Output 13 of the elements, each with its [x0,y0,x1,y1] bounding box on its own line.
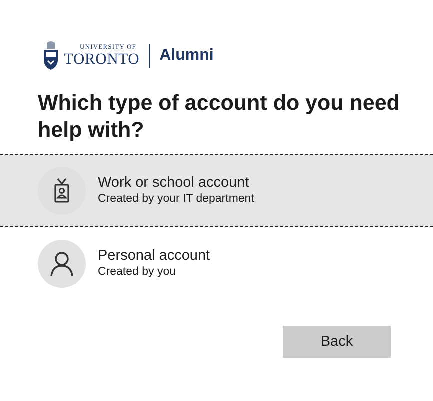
account-option[interactable]: Personal account Created by you [0,227,433,300]
option-subtitle: Created by you [98,265,177,280]
logo-alumni-text: Alumni [160,47,214,65]
option-title: Personal account [98,247,210,265]
person-icon [50,250,74,276]
page-heading: Which type of account do you need help with? [38,90,401,144]
option-title: Work or school account [98,174,250,192]
logo-toronto-text: TORONTO [64,52,140,67]
account-option[interactable]: Work or school account Created by your IT department [0,154,433,227]
id-badge-icon [54,178,70,204]
option-subtitle: Created by your IT department [98,192,254,207]
back-button[interactable]: Back [283,326,391,358]
crest-icon [42,40,60,72]
